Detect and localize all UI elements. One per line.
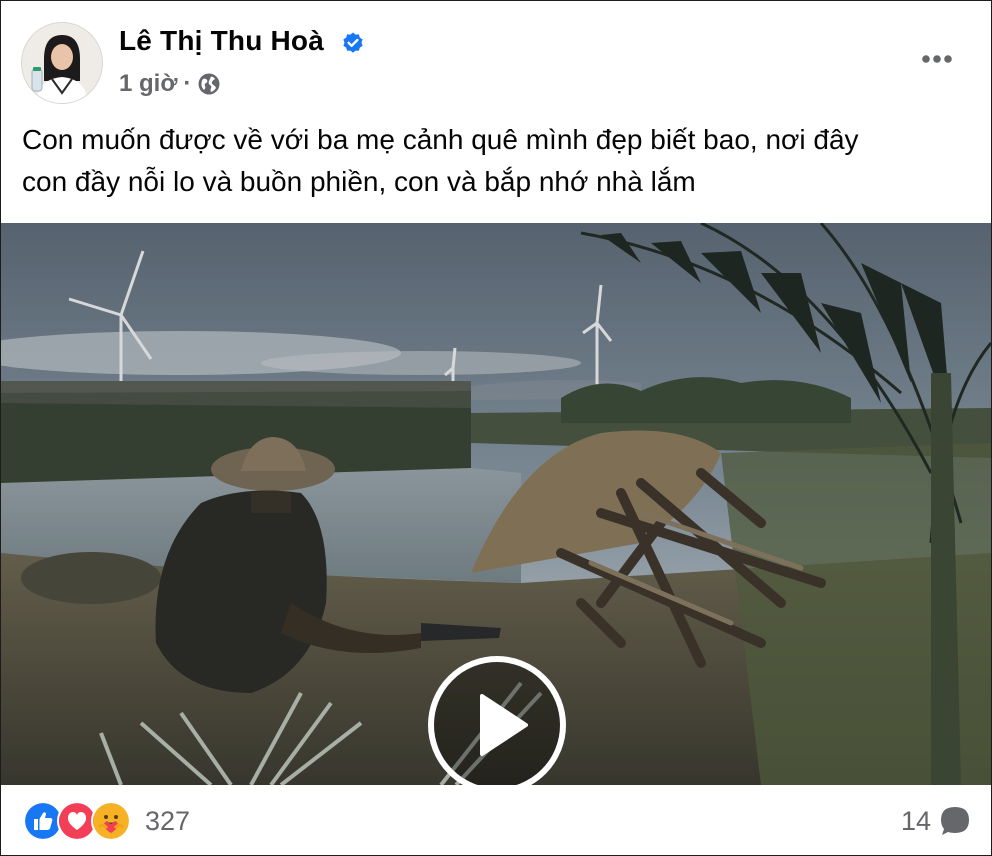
avatar[interactable] bbox=[21, 22, 103, 104]
post-timestamp[interactable]: 1 giờ bbox=[119, 70, 177, 98]
comment-bubble-icon bbox=[941, 807, 969, 835]
post-text: Con muốn được về với ba mẹ cảnh quê mình… bbox=[22, 119, 952, 203]
globe-icon[interactable] bbox=[197, 72, 221, 96]
post-text-line: con đầy nỗi lo và buồn phiền, con và bắp… bbox=[22, 166, 696, 197]
post-text-line: Con muốn được về với ba mẹ cảnh quê mình… bbox=[22, 124, 859, 155]
care-icon bbox=[91, 801, 131, 841]
meta-separator: · bbox=[183, 70, 192, 97]
reaction-count: 327 bbox=[145, 805, 191, 836]
author-name[interactable]: Lê Thị Thu Hoà bbox=[119, 25, 324, 57]
verified-badge-icon bbox=[343, 32, 363, 53]
post-header: Lê Thị Thu Hoà 1 giờ · bbox=[1, 1, 991, 111]
reactions-summary[interactable]: 327 bbox=[23, 801, 191, 841]
comments-summary[interactable]: 14 bbox=[901, 803, 971, 839]
video-player[interactable] bbox=[1, 223, 991, 785]
post-meta: 1 giờ · bbox=[119, 69, 221, 99]
post-card: Lê Thị Thu Hoà 1 giờ · Con muốn được về … bbox=[0, 0, 992, 856]
more-horizontal-icon[interactable] bbox=[913, 41, 961, 77]
comment-count: 14 bbox=[900, 805, 931, 836]
play-icon[interactable] bbox=[428, 656, 566, 785]
avatar-image bbox=[22, 23, 102, 103]
post-footer: 327 14 bbox=[1, 787, 991, 855]
